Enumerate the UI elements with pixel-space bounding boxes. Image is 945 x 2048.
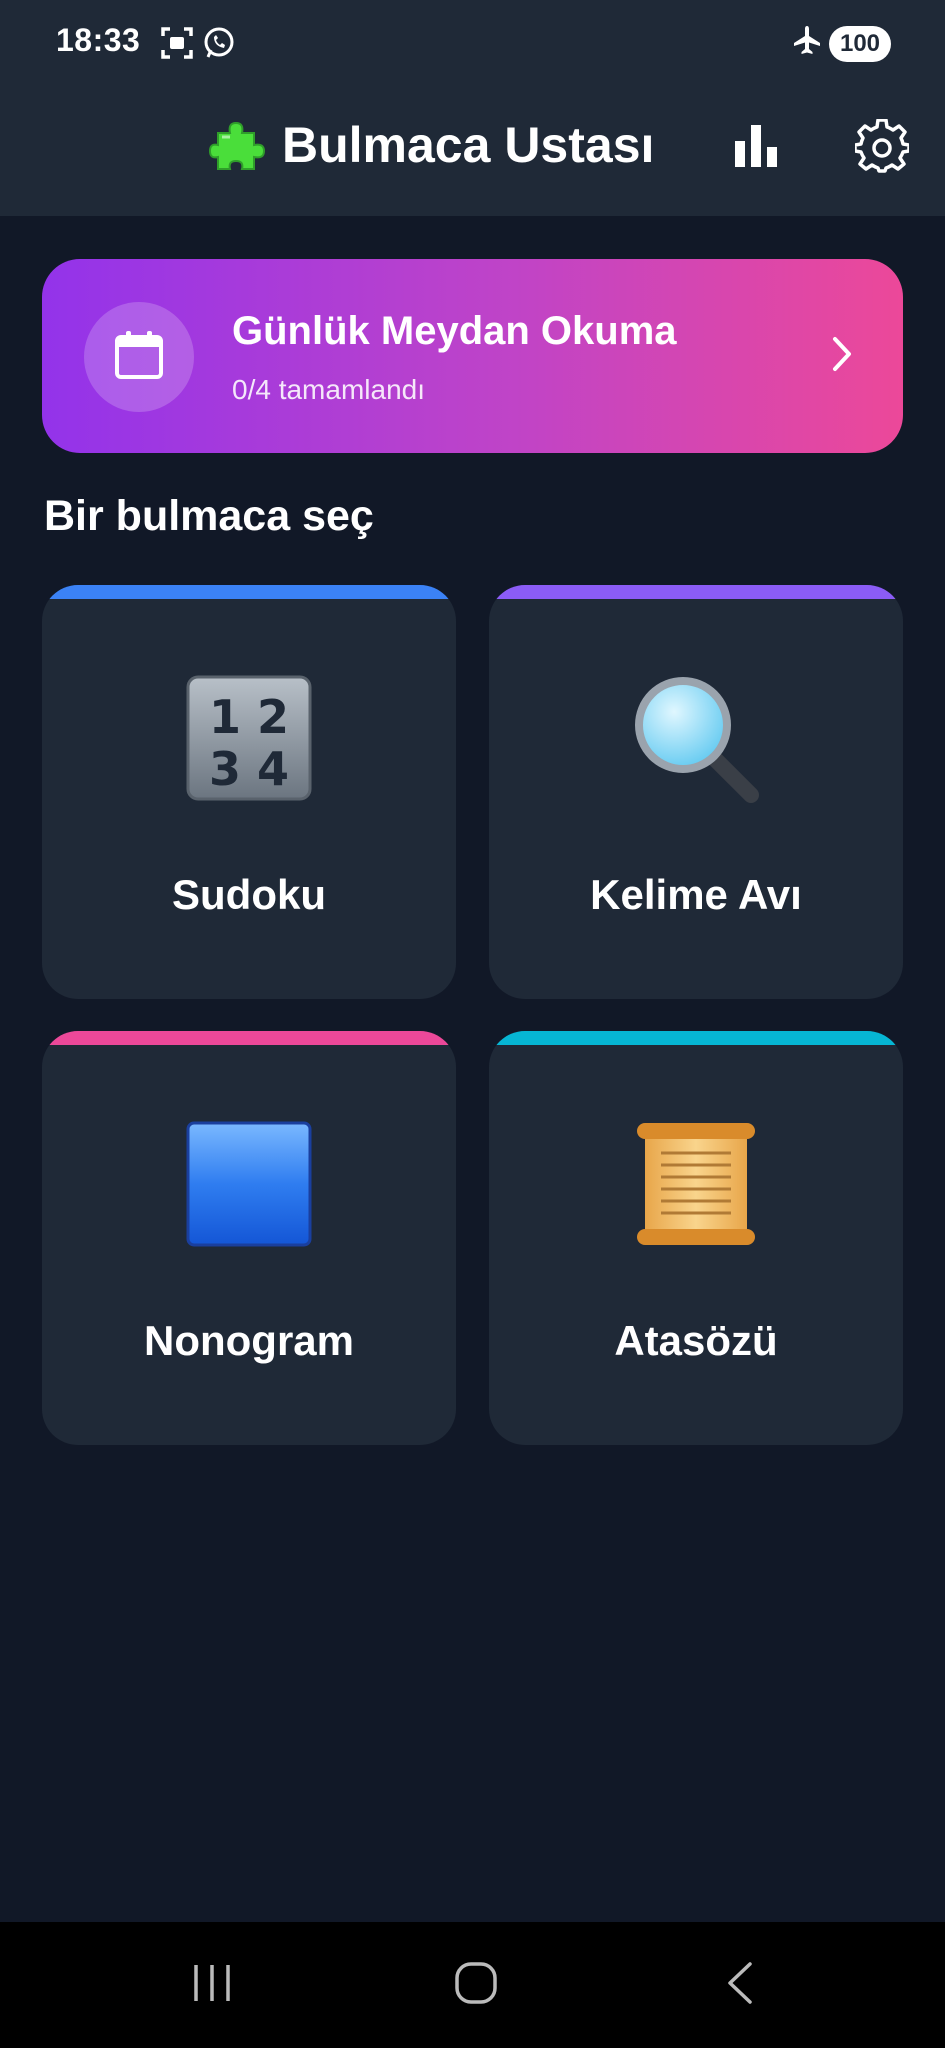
app-bar: Bulmaca Ustası — [0, 90, 945, 216]
airplane-mode-icon — [791, 24, 823, 65]
screenshot-icon — [160, 26, 194, 65]
puzzle-card-label: Atasözü — [614, 1317, 778, 1364]
home-button[interactable] — [436, 1952, 516, 2018]
back-button[interactable] — [700, 1952, 780, 2018]
numbers-1234-icon: 1 2 3 4 — [42, 673, 456, 803]
daily-challenge-title: Günlük Meydan Okuma — [232, 309, 677, 353]
puzzle-card-sudoku[interactable]: 1 2 3 4 Sudoku — [42, 585, 456, 999]
puzzle-card-label: Sudoku — [172, 871, 326, 918]
system-nav-bar — [0, 1922, 945, 2048]
status-time: 18:33 — [56, 22, 141, 58]
settings-icon — [853, 117, 911, 178]
whatsapp-icon — [202, 26, 236, 65]
blue-square-icon — [42, 1119, 456, 1249]
daily-challenge-icon-wrap — [84, 302, 194, 412]
puzzle-card-label: Kelime Avı — [590, 871, 802, 918]
status-bar: 18:33 100 — [0, 0, 945, 90]
recent-apps-icon — [190, 1961, 234, 2010]
app-title: Bulmaca Ustası — [282, 117, 655, 173]
puzzle-card-nonogram[interactable]: Nonogram — [42, 1031, 456, 1445]
card-accent-bar — [42, 1031, 456, 1045]
stats-icon — [733, 123, 779, 174]
back-icon — [722, 1960, 758, 2011]
svg-text:1 2: 1 2 — [209, 690, 289, 744]
calendar-icon — [113, 329, 165, 386]
card-accent-bar — [489, 1031, 903, 1045]
chevron-right-icon — [829, 329, 857, 384]
app-title-group: Bulmaca Ustası — [208, 110, 654, 180]
section-title: Bir bulmaca seç — [44, 492, 374, 540]
puzzle-card-kelime-avi[interactable]: Kelime Avı — [489, 585, 903, 999]
magnifier-icon — [489, 673, 903, 803]
daily-challenge-card[interactable]: Günlük Meydan Okuma 0/4 tamamlandı — [42, 259, 903, 453]
recent-apps-button[interactable] — [172, 1952, 252, 2018]
home-icon — [453, 1960, 499, 2011]
puzzle-card-atasozu[interactable]: Atasözü — [489, 1031, 903, 1445]
daily-challenge-progress: 0/4 tamamlandı — [232, 374, 425, 405]
scroll-icon — [489, 1119, 903, 1249]
battery-indicator: 100 — [829, 26, 891, 62]
card-accent-bar — [42, 585, 456, 599]
puzzle-card-label: Nonogram — [144, 1317, 354, 1364]
card-accent-bar — [489, 585, 903, 599]
settings-button[interactable] — [850, 116, 914, 180]
puzzle-icon — [208, 115, 268, 175]
stats-button[interactable] — [728, 120, 784, 176]
svg-text:3 4: 3 4 — [209, 742, 289, 796]
